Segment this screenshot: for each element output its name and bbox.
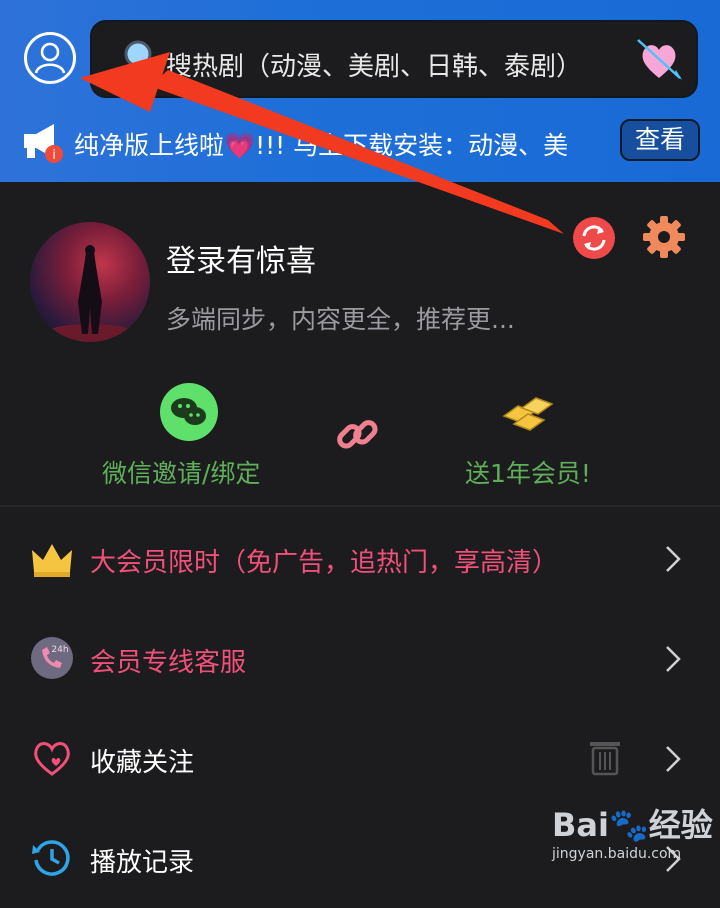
chevron-right-icon	[666, 746, 681, 772]
menu-item-label: 收藏关注	[90, 748, 195, 778]
chevron-right-icon	[666, 646, 681, 672]
gift-membership-label[interactable]: 送1年会员!	[465, 454, 591, 490]
view-button[interactable]: 查看	[620, 119, 700, 161]
wechat-invite-label[interactable]: 微信邀请/绑定	[102, 454, 260, 490]
svg-text:i: i	[52, 148, 56, 163]
figure-silhouette-icon	[44, 245, 136, 342]
menu-item-label: 会员专线客服	[90, 648, 247, 678]
phone-24h-icon: 24h	[31, 637, 73, 679]
history-clock-icon	[32, 840, 70, 876]
menu-item-label: 播放记录	[90, 848, 195, 878]
heart-outline-icon	[34, 742, 70, 776]
search-placeholder: 搜热剧（动漫、美剧、日韩、泰剧）	[166, 52, 583, 82]
login-title[interactable]: 登录有惊喜	[166, 236, 316, 280]
menu-item-vip[interactable]: 大会员限时（免广告，追热门，享高清）	[0, 508, 720, 608]
link-chain-icon	[337, 420, 378, 449]
announcement-text[interactable]: 纯净版上线啦💗!!! 马上下载安装：动漫、美	[74, 126, 568, 162]
baidu-watermark: Bai🐾经验 jingyan.baidu.com	[552, 800, 713, 870]
menu-item-label: 大会员限时（免广告，追热门，享高清）	[90, 548, 559, 578]
watermark-brand: Bai🐾经验	[552, 806, 713, 844]
section-divider	[0, 505, 720, 507]
cupid-heart-icon[interactable]	[636, 34, 682, 84]
gear-icon[interactable]	[640, 213, 688, 261]
crown-icon	[32, 544, 72, 577]
profile-avatar[interactable]	[30, 222, 150, 342]
top-header: 搜热剧（动漫、美剧、日韩、泰剧） i 纯净版上线啦💗!!! 马上下载安装：动漫、…	[0, 0, 720, 182]
wechat-icon[interactable]	[160, 383, 218, 441]
gold-bars-icon[interactable]	[500, 392, 558, 436]
user-avatar-button[interactable]	[24, 32, 76, 84]
user-icon	[34, 42, 66, 74]
magnifier-icon	[112, 40, 152, 84]
watermark-url: jingyan.baidu.com	[552, 846, 682, 862]
login-subtitle: 多端同步，内容更全，推荐更...	[166, 305, 515, 334]
menu-item-vip-support[interactable]: 24h 会员专线客服	[0, 608, 720, 708]
svg-text:24h: 24h	[51, 645, 68, 655]
trash-icon[interactable]	[588, 738, 622, 776]
megaphone-icon: i	[24, 124, 63, 163]
wechat-bubbles-icon	[171, 398, 206, 425]
search-bar[interactable]: 搜热剧（动漫、美剧、日韩、泰剧）	[90, 20, 698, 98]
chevron-right-icon	[666, 546, 681, 572]
sync-icon[interactable]	[572, 216, 616, 260]
